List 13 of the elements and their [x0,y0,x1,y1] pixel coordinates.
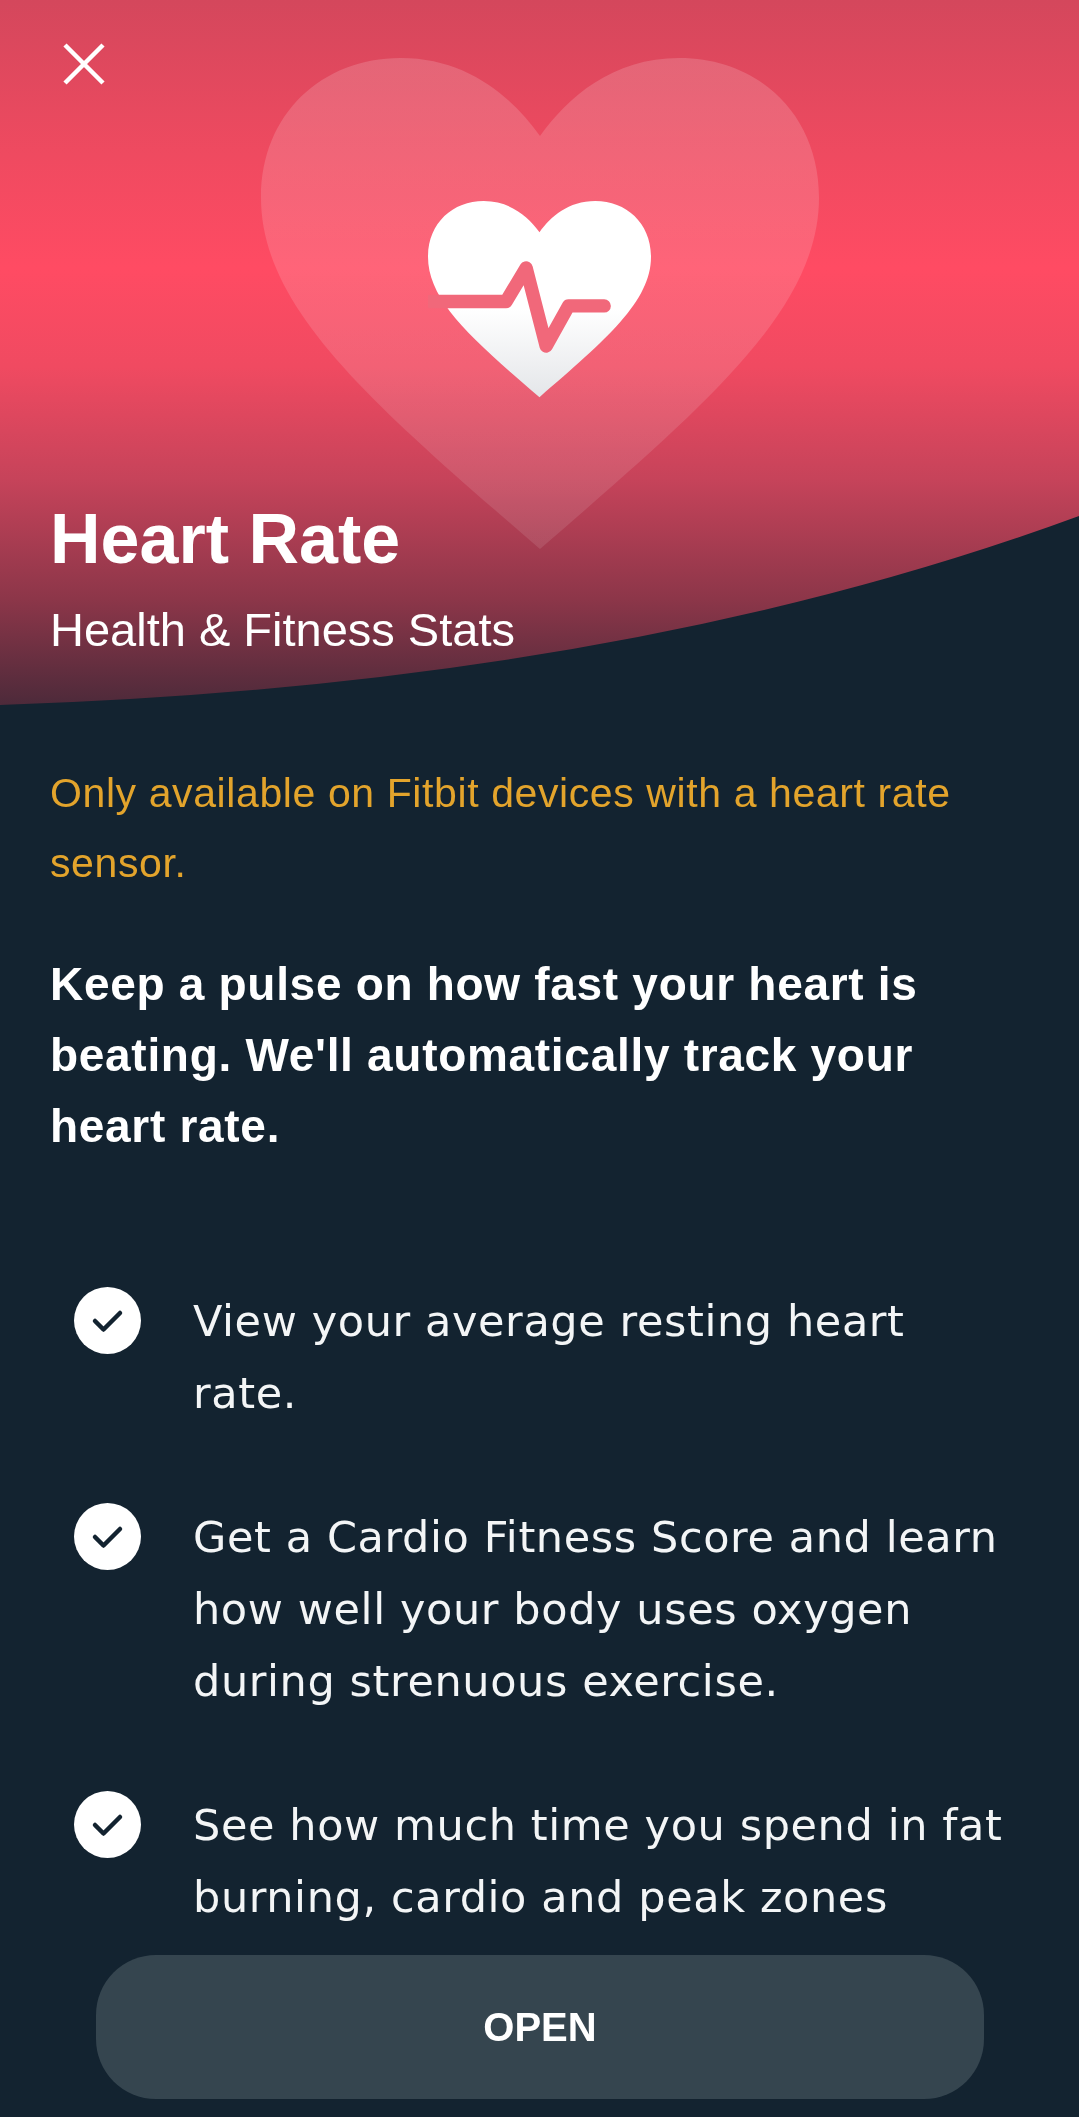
open-button[interactable]: OPEN [96,1955,984,2099]
check-circle-icon [74,1287,141,1354]
availability-notice: Only available on Fitbit devices with a heart rate sensor. [50,769,952,888]
check-circle-icon [74,1503,141,1570]
check-circle-icon [74,1791,141,1858]
screen-subtitle: Health & Fitness Stats [50,602,515,658]
close-button[interactable] [63,43,105,85]
feature-text: Get a Cardio Fitness Score and learn how well your body uses oxygen during strenuous exercise. [193,1511,999,1708]
close-icon [63,43,105,85]
description-text: Keep a pulse on how fast your heart is beating. We'll automatically track your heart rate. [50,957,919,1154]
feature-text: View your average resting heart rate. [193,1295,906,1420]
screen-title: Heart Rate [50,499,401,579]
feature-text: See how much time you spend in fat burning, cardio and peak zones [193,1799,1004,1924]
